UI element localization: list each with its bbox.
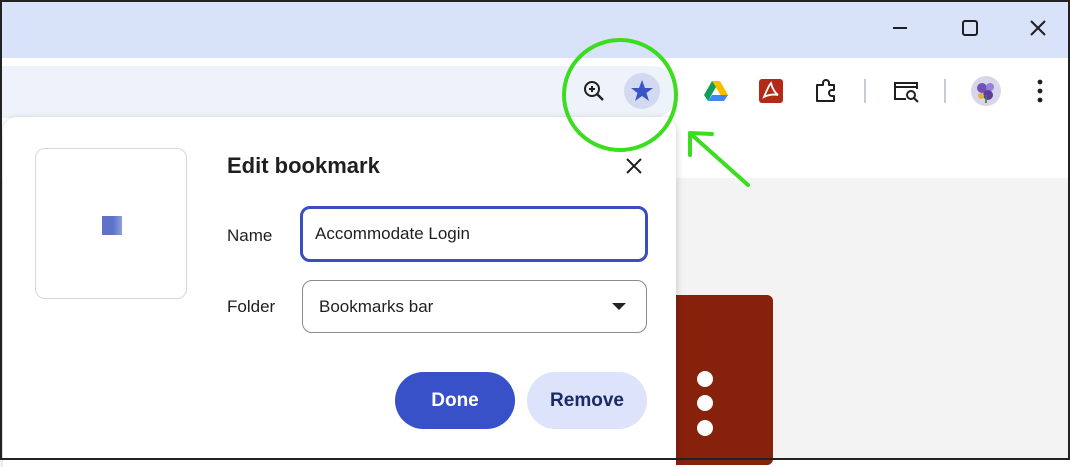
folder-label: Folder: [227, 297, 276, 316]
bookmark-star-button[interactable]: [624, 73, 660, 109]
google-drive-extension[interactable]: [698, 73, 734, 109]
profile-avatar-icon: [971, 76, 1001, 106]
adobe-pdf-extension[interactable]: [753, 73, 789, 109]
zoom-in-icon: [584, 81, 604, 101]
page-card-dot: [697, 395, 713, 411]
toolbar-divider: [864, 79, 866, 103]
more-menu-button[interactable]: [1022, 73, 1058, 109]
bookmark-thumbnail: [35, 148, 187, 299]
profile-button[interactable]: [968, 73, 1004, 109]
maximize-button[interactable]: [952, 10, 988, 46]
toolbar-divider: [944, 79, 946, 103]
close-icon: [1030, 20, 1046, 36]
close-window-button[interactable]: [1020, 10, 1056, 46]
edit-bookmark-dialog: Edit bookmark Name Folder Bookmarks bar …: [3, 117, 676, 467]
extensions-button[interactable]: [808, 73, 844, 109]
chevron-down-icon: [612, 303, 626, 310]
close-icon: [626, 158, 642, 174]
zoom-button[interactable]: [576, 73, 612, 109]
title-bar: [0, 0, 1070, 58]
bookmark-star-icon: [631, 80, 653, 101]
dialog-close-button[interactable]: [621, 153, 647, 179]
folder-select[interactable]: Bookmarks bar: [302, 280, 647, 333]
name-label: Name: [227, 226, 273, 245]
page-card-dot: [697, 371, 713, 387]
done-button[interactable]: Done: [395, 372, 515, 429]
tab-search-button[interactable]: [888, 73, 924, 109]
bookmark-name-input[interactable]: [300, 206, 648, 262]
more-menu-icon: [1037, 79, 1043, 103]
google-drive-icon: [704, 81, 728, 101]
minimize-icon: [893, 27, 907, 29]
maximize-icon: [962, 20, 978, 36]
dialog-title: Edit bookmark: [227, 153, 380, 178]
folder-select-value: Bookmarks bar: [319, 297, 434, 316]
favicon-icon: [102, 216, 122, 235]
minimize-button[interactable]: [882, 10, 918, 46]
adobe-pdf-icon: [759, 79, 783, 103]
search-tab-icon: [894, 82, 919, 103]
extensions-puzzle-icon: [816, 79, 835, 102]
page-card-dot: [697, 420, 713, 436]
remove-button[interactable]: Remove: [527, 372, 647, 429]
